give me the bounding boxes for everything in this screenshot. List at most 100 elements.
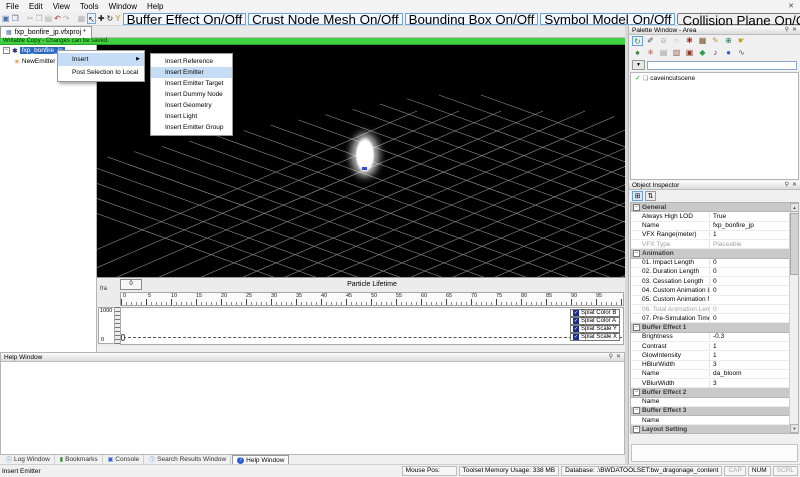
speech-icon[interactable]: ○	[671, 36, 682, 46]
property-value[interactable]: da_bloom	[709, 370, 789, 377]
menu-edit[interactable]: Edit	[29, 2, 43, 11]
tab-help-window[interactable]: ? Help Window	[232, 455, 289, 464]
scroll-down-icon[interactable]: ▼	[790, 424, 799, 433]
close-icon[interactable]: ✕	[792, 26, 797, 34]
property-value[interactable]: 0	[709, 315, 789, 322]
tree-emitter-label[interactable]: NewEmitter	[22, 58, 56, 65]
property-grid-scrollbar[interactable]: ▲ ▼	[789, 203, 798, 433]
menu-item-insert[interactable]: Insert ▶	[58, 53, 144, 66]
menu-view[interactable]: View	[53, 2, 70, 11]
curve-handle[interactable]	[121, 334, 125, 341]
note-doc-icon[interactable]: ▧	[671, 48, 682, 58]
menu-item-post-selection[interactable]: Post Selection to Local	[58, 66, 144, 79]
document-tab[interactable]: ▦ fxp_bonfire_jp.vfxproj *	[0, 26, 92, 38]
cut-icon[interactable]: ✂	[27, 13, 34, 24]
collapse-icon[interactable]: −	[633, 426, 640, 433]
menu-item-insert-emitter-target[interactable]: Insert Emitter Target	[151, 78, 232, 89]
property-value[interactable]: 1	[709, 352, 789, 359]
tree-icon[interactable]: ♠	[632, 48, 643, 58]
timeline-graph[interactable]: ✓ Splat Color B ✓ Splat Color A ✓ Splat …	[120, 307, 624, 345]
crust-node-mesh-toggle[interactable]: Crust Node Mesh On/Off	[248, 13, 402, 25]
property-value[interactable]: 1	[709, 343, 789, 350]
undo-icon[interactable]: ↶	[54, 13, 61, 24]
hook-tool-icon[interactable]: ✐	[645, 36, 656, 46]
palette-filter-input[interactable]	[647, 61, 797, 70]
checkbox-icon[interactable]: ✓	[573, 310, 579, 316]
sound-icon[interactable]: ▣	[684, 48, 695, 58]
close-icon[interactable]: ✕	[792, 181, 797, 189]
group-buffer-effect-1[interactable]: −Buffer Effect 1	[631, 323, 789, 332]
menu-item-insert-emitter-group[interactable]: Insert Emitter Group	[151, 122, 232, 133]
modify-icon[interactable]: ▦	[78, 13, 86, 24]
pin-icon[interactable]: ⚲	[609, 353, 613, 361]
menu-item-insert-dummy-node[interactable]: Insert Dummy Node	[151, 89, 232, 100]
legend-splat-color-b[interactable]: ✓ Splat Color B	[570, 309, 620, 317]
property-value[interactable]: 0	[709, 259, 789, 266]
checkbox-icon[interactable]: ✓	[573, 334, 579, 340]
checkbox-icon[interactable]: ✓	[573, 326, 579, 332]
collapse-icon[interactable]: −	[633, 389, 640, 396]
timeline-ruler[interactable]: 0 5 10 15 20 25 30 35 40 45 50 55 60 65 …	[120, 292, 624, 306]
save-all-icon[interactable]: ❐	[12, 13, 19, 24]
collapse-icon[interactable]: −	[3, 47, 10, 54]
person-icon[interactable]: ☺	[658, 36, 669, 46]
document-icon[interactable]: ▤	[658, 48, 669, 58]
menu-item-insert-geometry[interactable]: Insert Geometry	[151, 100, 232, 111]
collapse-icon[interactable]: −	[633, 250, 640, 257]
area-tool-icon[interactable]: ↻	[632, 36, 643, 46]
trigger-icon[interactable]: ∿	[736, 48, 747, 58]
music-icon[interactable]: ♪	[710, 48, 721, 58]
collapse-icon[interactable]: −	[633, 204, 640, 211]
property-value[interactable]: -0.3	[709, 333, 789, 340]
tab-log-window[interactable]: ⓘ Log Window	[2, 455, 55, 464]
property-value[interactable]: 0	[709, 268, 789, 275]
symbol-model-toggle[interactable]: Symbol Model On/Off	[540, 13, 675, 25]
group-buffer-effect-3[interactable]: −Buffer Effect 3	[631, 407, 789, 416]
save-icon[interactable]: ▣	[2, 13, 10, 24]
paste-icon[interactable]: ▤	[45, 13, 53, 24]
categorized-icon[interactable]: ⊞	[632, 191, 643, 201]
move-icon[interactable]: ✚	[98, 13, 105, 24]
collapse-icon[interactable]: −	[633, 324, 640, 331]
group-buffer-effect-2[interactable]: −Buffer Effect 2	[631, 388, 789, 397]
sort-az-icon[interactable]: ⇅	[645, 191, 656, 201]
axis-icon[interactable]: Y	[115, 13, 120, 24]
chevron-down-icon[interactable]: ▼	[632, 60, 645, 70]
property-value[interactable]: True	[709, 213, 789, 220]
select-arrow-icon[interactable]: ↖	[87, 13, 96, 24]
checkbox-icon[interactable]: ✓	[573, 318, 579, 324]
menu-tools[interactable]: Tools	[80, 2, 99, 11]
palette-list-item[interactable]: ✓ ❏ caveincutscene	[631, 73, 798, 83]
light-icon[interactable]: ●	[723, 48, 734, 58]
creature-icon[interactable]: ✱	[684, 36, 695, 46]
group-animation[interactable]: −Animation	[631, 249, 789, 258]
tab-search-results[interactable]: ⓘ Search Results Window	[145, 455, 231, 464]
plant-icon[interactable]: ✳	[645, 48, 656, 58]
chest-icon[interactable]: ▦	[697, 36, 708, 46]
scrollbar-thumb[interactable]	[790, 213, 799, 275]
legend-splat-scale-y[interactable]: ✓ Splat Scale Y	[570, 325, 620, 333]
bounding-box-toggle[interactable]: Bounding Box On/Off	[405, 13, 539, 25]
property-value[interactable]: 3	[709, 361, 789, 368]
close-icon[interactable]: ✕	[788, 2, 794, 10]
menu-item-insert-light[interactable]: Insert Light	[151, 111, 232, 122]
menu-item-insert-emitter[interactable]: Insert Emitter	[151, 67, 232, 78]
collision-plane-toggle[interactable]: Collision Plane On/Off	[677, 13, 800, 25]
property-value[interactable]: 0	[709, 287, 789, 294]
property-value[interactable]: 1	[709, 231, 789, 238]
menu-window[interactable]: Window	[109, 2, 137, 11]
hand-icon[interactable]: ☛	[736, 36, 747, 46]
property-value[interactable]: 3	[709, 380, 789, 387]
group-layout-setting[interactable]: −Layout Setting	[631, 425, 789, 434]
menu-file[interactable]: File	[6, 2, 19, 11]
rotate-icon[interactable]: ↻	[107, 13, 114, 24]
menu-help[interactable]: Help	[147, 2, 163, 11]
copy-icon[interactable]: ❐	[35, 13, 42, 24]
menu-item-insert-reference-model[interactable]: Insert Reference Model	[151, 56, 232, 67]
redo-icon[interactable]: ↷	[63, 13, 70, 24]
pin-icon[interactable]: ⚲	[785, 181, 789, 189]
close-icon[interactable]: ✕	[616, 353, 621, 361]
wand-icon[interactable]: ✎	[710, 36, 721, 46]
value-curve-line[interactable]	[123, 337, 622, 338]
placeable-icon[interactable]: ◆	[697, 48, 708, 58]
